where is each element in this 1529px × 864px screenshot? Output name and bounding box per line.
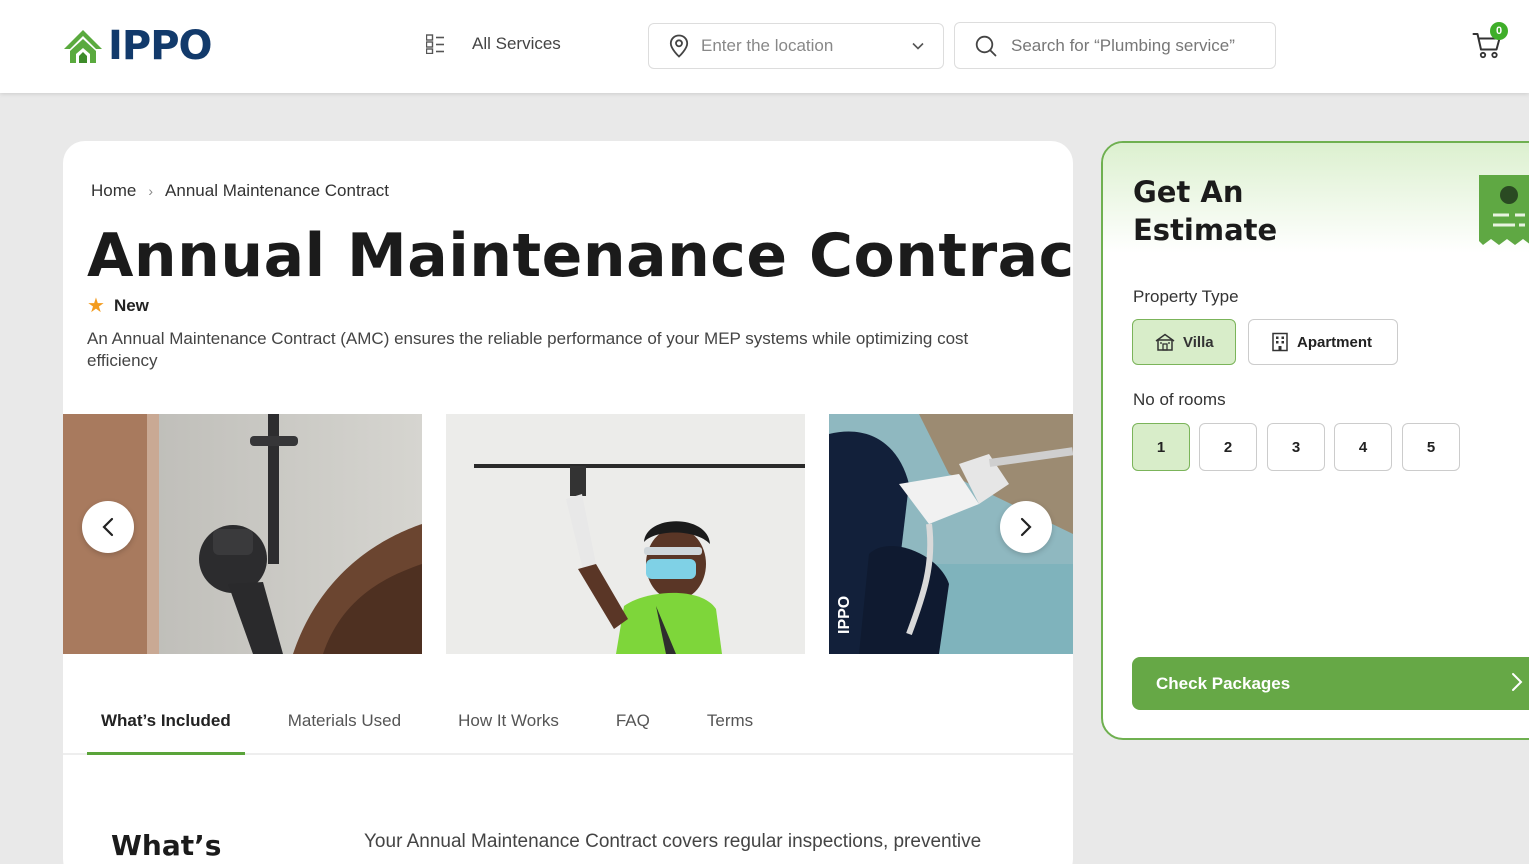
tab-materials-used[interactable]: Materials Used (274, 686, 415, 755)
cart-count-badge: 0 (1490, 22, 1508, 40)
svg-text:IPPO: IPPO (836, 596, 853, 634)
tab-how-it-works[interactable]: How It Works (444, 686, 573, 755)
star-icon: ★ (87, 295, 105, 317)
property-apartment-button[interactable]: Apartment (1248, 319, 1398, 365)
property-villa-label: Villa (1183, 333, 1214, 351)
room-option-3[interactable]: 3 (1267, 423, 1325, 471)
search-icon (975, 35, 997, 56)
page-title: Annual Maintenance Contract (87, 221, 1073, 291)
room-option-1[interactable]: 1 (1132, 423, 1190, 471)
apartment-building-icon (1272, 332, 1288, 352)
check-packages-button[interactable]: Check Packages (1132, 657, 1529, 710)
top-header: IPPO All Services Enter the location Sea… (0, 0, 1529, 93)
section-heading: What’s (111, 829, 222, 862)
room-option-2[interactable]: 2 (1199, 423, 1257, 471)
carousel-next-button[interactable] (1000, 501, 1052, 553)
gallery-image-ceiling (446, 414, 805, 654)
rooms-label: No of rooms (1133, 390, 1226, 409)
property-villa-button[interactable]: Villa (1132, 319, 1236, 365)
villa-icon (1155, 333, 1175, 351)
tab-faq[interactable]: FAQ (602, 686, 664, 755)
tab-whats-included[interactable]: What’s Included (87, 686, 245, 755)
section-text: Your Annual Maintenance Contract covers … (364, 831, 982, 852)
all-services-label: All Services (472, 34, 561, 53)
search-placeholder: Search for “Plumbing service” (1011, 35, 1235, 55)
room-option-5[interactable]: 5 (1402, 423, 1460, 471)
breadcrumb-chevron-icon: › (148, 183, 154, 199)
property-apartment-label: Apartment (1297, 333, 1373, 351)
tab-terms[interactable]: Terms (693, 686, 767, 755)
breadcrumb-current: Annual Maintenance Contract (165, 181, 390, 200)
check-packages-label: Check Packages (1156, 673, 1291, 693)
grid-list-icon (426, 34, 444, 54)
image-carousel: IPPO (63, 414, 1073, 654)
search-input[interactable]: Search for “Plumbing service” (954, 22, 1276, 69)
room-option-4[interactable]: 4 (1334, 423, 1392, 471)
chevron-right-icon (1020, 517, 1032, 537)
estimate-panel: Get An Estimate Property Type Villa Apar… (1101, 141, 1529, 740)
all-services-button[interactable]: All Services (426, 34, 561, 54)
chevron-right-icon (1512, 673, 1523, 691)
service-detail-card: Home › Annual Maintenance Contract Annua… (63, 141, 1073, 864)
tab-bar: What’s Included Materials Used How It Wo… (63, 686, 1073, 755)
logo-house-icon (64, 30, 102, 63)
breadcrumb-home-link[interactable]: Home (91, 181, 136, 201)
estimate-title: Get An Estimate (1133, 175, 1278, 247)
cart-button[interactable]: 0 (1472, 22, 1508, 62)
logo-text: IPPO (108, 23, 213, 69)
location-dropdown[interactable]: Enter the location (648, 23, 944, 69)
chevron-left-icon (102, 517, 114, 537)
logo[interactable]: IPPO (62, 23, 213, 69)
service-description: An Annual Maintenance Contract (AMC) ens… (87, 329, 969, 370)
badge-label: New (113, 296, 149, 315)
property-type-label: Property Type (1133, 287, 1239, 306)
receipt-icon (1479, 175, 1529, 245)
status-badge: ★ New (87, 296, 149, 316)
location-placeholder: Enter the location (701, 36, 834, 55)
chevron-down-icon (912, 42, 924, 50)
breadcrumb: Home › Annual Maintenance Contract (91, 181, 389, 201)
carousel-prev-button[interactable] (82, 501, 134, 553)
location-pin-icon (669, 34, 689, 58)
